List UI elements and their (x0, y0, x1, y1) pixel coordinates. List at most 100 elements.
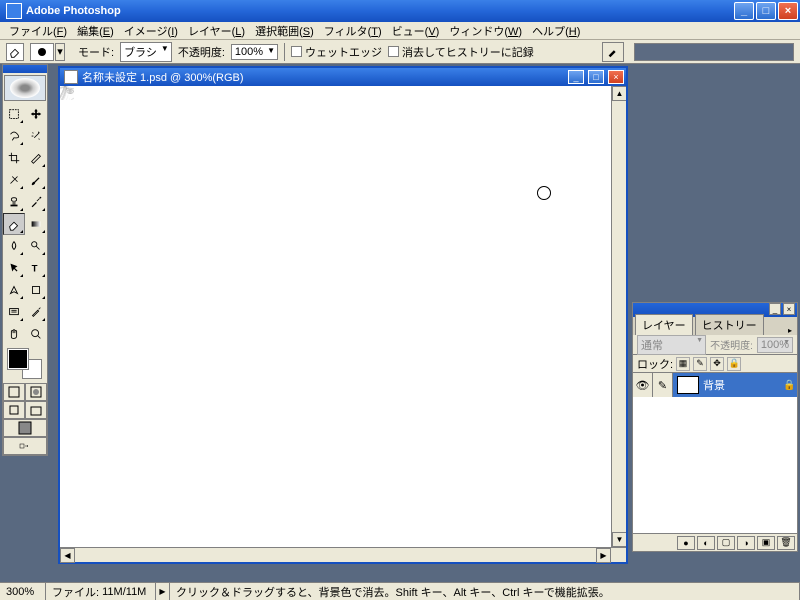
menu-layer[interactable]: レイヤー(L) (183, 21, 250, 41)
quickmask-mode-button[interactable] (25, 383, 47, 401)
menu-select[interactable]: 選択範囲(S) (250, 21, 319, 41)
pen-tool[interactable] (3, 279, 25, 301)
zoom-field[interactable]: 300% (0, 583, 46, 600)
app-titlebar: Adobe Photoshop _ □ × (0, 0, 800, 22)
dodge-tool[interactable] (25, 235, 47, 257)
path-select-tool[interactable] (3, 257, 25, 279)
svg-text:T: T (32, 264, 38, 275)
screen-mode-full[interactable] (3, 419, 47, 437)
layer-thumbnail[interactable] (677, 376, 699, 394)
tab-layers[interactable]: レイヤー (635, 314, 693, 335)
healing-brush-tool[interactable] (3, 169, 25, 191)
slice-tool[interactable] (25, 147, 47, 169)
type-tool[interactable]: T (25, 257, 47, 279)
document-canvas[interactable] (60, 86, 611, 547)
panel-menu-icon[interactable]: ▸ (783, 326, 797, 335)
panel-minimize-button[interactable]: _ (769, 303, 781, 315)
doc-close-button[interactable]: × (608, 70, 624, 84)
menu-file[interactable]: ファイル(F) (4, 21, 72, 41)
eyedropper-tool[interactable] (25, 301, 47, 323)
maximize-button[interactable]: □ (756, 2, 776, 20)
layer-link-icon[interactable]: ✎ (653, 373, 673, 397)
foreground-color[interactable] (8, 349, 28, 369)
blur-tool[interactable] (3, 235, 25, 257)
panel-close-button[interactable]: × (783, 303, 795, 315)
doc-minimize-button[interactable]: _ (568, 70, 584, 84)
scroll-up-arrow[interactable]: ▲ (612, 86, 626, 101)
stamp-tool[interactable] (3, 191, 25, 213)
new-layer-button[interactable]: ▣ (757, 536, 775, 550)
blend-mode-select[interactable]: 通常 (637, 335, 706, 355)
move-tool[interactable] (25, 103, 47, 125)
canvas-artwork (60, 86, 74, 100)
layer-set-button[interactable]: ▢ (717, 536, 735, 550)
palette-well[interactable] (634, 43, 794, 61)
brush-preset-picker[interactable]: ▾ (30, 43, 54, 61)
close-button[interactable]: × (778, 2, 798, 20)
layer-row[interactable]: 👁 ✎ 背景 🔒 (633, 373, 797, 397)
scroll-down-arrow[interactable]: ▼ (612, 532, 626, 547)
wand-tool[interactable] (25, 125, 47, 147)
lock-transparency-icon[interactable]: ▦ (676, 357, 690, 371)
standard-mode-button[interactable] (3, 383, 25, 401)
wet-edge-checkbox[interactable]: ウェットエッジ (291, 44, 382, 60)
screen-mode-standard[interactable] (3, 401, 25, 419)
doc-maximize-button[interactable]: □ (588, 70, 604, 84)
erase-history-checkbox[interactable]: 消去してヒストリーに記録 (388, 44, 534, 60)
lock-all-icon[interactable]: 🔒 (727, 357, 741, 371)
layer-style-button[interactable]: ● (677, 536, 695, 550)
brush-tool[interactable] (25, 169, 47, 191)
menu-filter[interactable]: フィルタ(T) (319, 21, 387, 41)
shape-tool[interactable] (25, 279, 47, 301)
menu-image[interactable]: イメージ(I) (119, 21, 183, 41)
status-bar: 300% ファイル: 11M/11M ▶ クリック＆ドラッグすると、背景色で消去… (0, 582, 800, 600)
hand-tool[interactable] (3, 323, 25, 345)
app-icon (6, 3, 22, 19)
mode-select[interactable]: ブラシ (120, 42, 172, 62)
crop-tool[interactable] (3, 147, 25, 169)
document-icon (64, 70, 78, 84)
eraser-tool-icon (6, 43, 24, 61)
opacity-field[interactable]: 100% (231, 44, 278, 60)
lock-pixels-icon[interactable]: ✎ (693, 357, 707, 371)
layer-mask-button[interactable]: ◐ (697, 536, 715, 550)
marquee-tool[interactable] (3, 103, 25, 125)
minimize-button[interactable]: _ (734, 2, 754, 20)
app-title: Adobe Photoshop (26, 5, 734, 17)
menu-help[interactable]: ヘルプ(H) (527, 21, 585, 41)
adjustment-layer-button[interactable]: ◑ (737, 536, 755, 550)
document-window: 名称未設定 1.psd @ 300%(RGB) _ □ × (58, 66, 628, 564)
mode-label: モード: (78, 44, 114, 60)
document-title: 名称未設定 1.psd @ 300%(RGB) (82, 69, 564, 85)
document-titlebar[interactable]: 名称未設定 1.psd @ 300%(RGB) _ □ × (60, 68, 626, 86)
status-hint: クリック＆ドラッグすると、背景色で消去。Shift キー、Alt キー、Ctrl… (170, 583, 800, 600)
layer-visibility-icon[interactable]: 👁 (633, 373, 653, 397)
layer-name[interactable]: 背景 (703, 377, 783, 393)
screen-mode-full-menus[interactable] (25, 401, 47, 419)
color-swatches[interactable] (6, 349, 44, 379)
scroll-left-arrow[interactable]: ◀ (60, 548, 75, 563)
resize-handle[interactable] (611, 548, 626, 562)
zoom-tool[interactable] (25, 323, 47, 345)
tab-history[interactable]: ヒストリー (695, 314, 764, 335)
status-menu-arrow[interactable]: ▶ (156, 583, 170, 600)
menu-view[interactable]: ビュー(V) (387, 21, 445, 41)
menu-window[interactable]: ウィンドウ(W) (444, 21, 527, 41)
scroll-right-arrow[interactable]: ▶ (596, 548, 611, 563)
lock-position-icon[interactable]: ✥ (710, 357, 724, 371)
tools-panel: T (2, 64, 48, 456)
menu-edit[interactable]: 編集(E) (72, 21, 119, 41)
brush-options-icon[interactable] (602, 42, 624, 62)
delete-layer-button[interactable]: 🗑 (777, 536, 795, 550)
history-brush-tool[interactable] (25, 191, 47, 213)
horizontal-scrollbar[interactable]: ◀ ▶ (60, 547, 626, 562)
lasso-tool[interactable] (3, 125, 25, 147)
gradient-tool[interactable] (25, 213, 47, 235)
jump-to-button[interactable] (3, 437, 47, 455)
filesize-display: ファイル: 11M/11M (46, 583, 156, 600)
tools-panel-drag[interactable] (3, 65, 47, 73)
vertical-scrollbar[interactable]: ▲ ▼ (611, 86, 626, 547)
layer-opacity-field[interactable]: 100% (757, 337, 793, 353)
eraser-tool[interactable] (3, 213, 25, 235)
notes-tool[interactable] (3, 301, 25, 323)
